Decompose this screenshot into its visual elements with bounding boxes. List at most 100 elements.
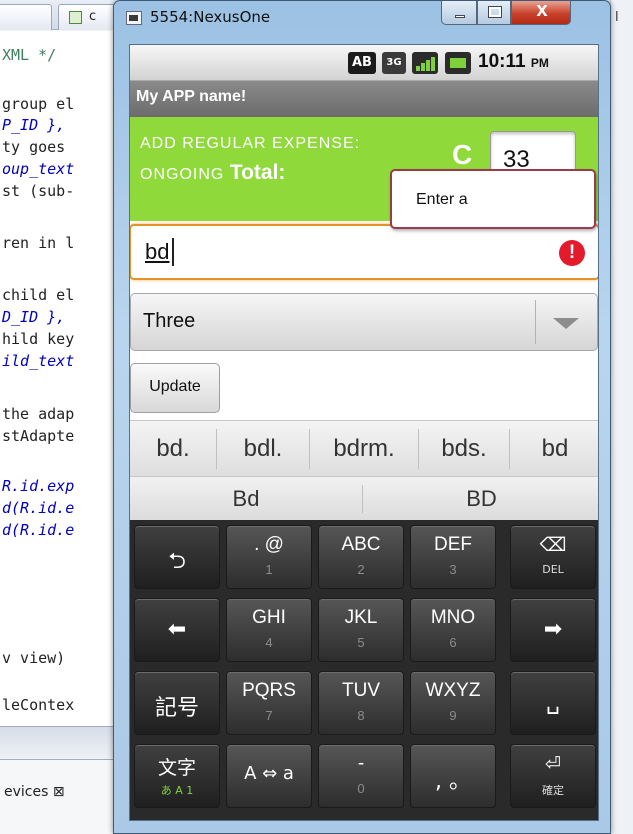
key-number: 6 [449,635,457,650]
expense-name-input[interactable]: bd ! [130,224,598,280]
code-line: the adap [2,405,75,423]
file-icon [69,11,82,24]
key-label: DEF [434,534,472,555]
key-kigou[interactable]: 記号 [134,671,220,735]
key-symbols-1[interactable]: . @ 1 [226,525,312,589]
space-icon: ␣ [546,690,560,715]
code-line: v view) [2,649,66,667]
code-line: R.id.exp [2,477,75,495]
app-title-bar: My APP name! [130,81,598,117]
text-cursor [172,238,174,266]
frequency-spinner[interactable]: Three [130,293,598,351]
key-jkl-5[interactable]: JKL 5 [318,598,404,662]
battery-icon [445,52,471,74]
key-ghi-4[interactable]: GHI 4 [226,598,312,662]
ab-icon: AB [348,52,376,74]
code-line: d(R.id.e [2,521,75,539]
key-label: TUV [342,680,380,701]
maximize-button[interactable] [477,1,511,25]
key-wxyz-9[interactable]: WXYZ 9 [410,671,496,735]
key-label: PQRS [242,680,296,701]
key-label: 文字 [157,758,196,779]
key-label: 記号 [154,696,199,721]
key-right[interactable]: ➡ [510,598,596,662]
suggestion-item[interactable]: bd. [130,421,216,476]
key-label: - [357,753,365,774]
code-line: hild key [2,330,75,348]
clock-time: 10:11 [478,51,526,72]
key-sublabel: あ A 1 [160,784,194,797]
key-abc-2[interactable]: ABC 2 [318,525,404,589]
suggestion-item[interactable]: bdl. [217,421,309,476]
expense-heading: ADD REGULAR EXPENSE: [140,135,361,152]
key-label: ABC [341,534,381,555]
minimize-icon [455,15,465,18]
suggestion-item[interactable]: bds. [419,421,509,476]
key-return[interactable]: ⮌ [134,525,220,589]
maximize-icon [488,6,502,18]
phone-screen: AB 3G 10:11 PM My APP name! ADD REGULAR … [129,44,599,821]
suggestion-item[interactable]: Bd [130,477,362,520]
code-line: st (sub- [2,182,75,200]
key-mno-6[interactable]: MNO 6 [410,598,496,662]
code-line: oup_text [2,160,75,178]
minimize-button[interactable] [441,1,477,25]
key-number: 2 [357,562,365,577]
key-tuv-8[interactable]: TUV 8 [318,671,404,735]
spinner-selected-value: Three [143,310,196,332]
devices-view-tab[interactable]: evices ⊠ [4,784,65,800]
key-sublabel: 確定 [542,784,564,797]
key-def-3[interactable]: DEF 3 [410,525,496,589]
error-icon[interactable]: ! [559,240,585,266]
expense-subheading: ONGOING Total: [140,161,285,185]
key-pqrs-7[interactable]: PQRS 7 [226,671,312,735]
code-line: d(R.id.e [2,499,75,517]
update-button-label: Update [149,378,201,395]
chevron-down-icon [553,318,579,329]
key-input-mode[interactable]: 文字 あ A 1 [134,744,220,808]
suggestion-strip: bd. bdl. bdrm. bds. bd [130,420,598,476]
code-line: D_ID }, [2,308,66,326]
key-punctuation[interactable]: , 。 [410,744,496,808]
error-tooltip: Enter a [390,169,596,229]
key-label: MNO [430,607,476,628]
emulator-app-icon [126,11,142,25]
key-label: WXYZ [425,680,481,701]
key-case-toggle[interactable]: A ⇔ a [226,744,312,808]
ide-tab-label: c [89,9,97,24]
key-number: 7 [265,708,273,723]
suggestion-item[interactable]: bdrm. [310,421,418,476]
network-3g-icon: 3G [382,52,406,74]
ide-right-panel: l [610,0,633,834]
key-enter[interactable]: ⏎ 確定 [510,744,596,808]
key-delete[interactable]: ⌫ DEL [510,525,596,589]
key-number: 8 [357,708,365,723]
key-number: 4 [265,635,273,650]
key-space[interactable]: ␣ [510,671,596,735]
currency-symbol: C [452,139,473,170]
suggestion-item[interactable]: BD [363,477,598,520]
return-icon: ⮌ [168,549,186,574]
code-line: group el [2,95,75,113]
key-label: A ⇔ a [244,763,294,784]
key-label: JKL [344,607,378,628]
close-button[interactable]: X [511,1,571,25]
key-label: GHI [252,607,286,628]
app-title: My APP name! [136,88,247,105]
total-label: Total: [229,161,286,184]
key-number: 3 [449,562,457,577]
ide-tab[interactable] [0,4,52,30]
expense-name-value: bd [145,239,170,264]
key-dash-0[interactable]: - 0 [318,744,404,808]
key-number: 0 [357,781,365,796]
status-bar: AB 3G 10:11 PM [130,45,598,81]
key-left[interactable]: ⬅ [134,598,220,662]
status-clock: 10:11 PM [478,51,549,73]
code-line: XML */ [2,46,57,64]
update-button[interactable]: Update [130,363,220,413]
code-line: leContex [2,696,75,714]
enter-icon: ⏎ [545,754,561,775]
code-line: child el [2,286,75,304]
key-number: 5 [357,635,365,650]
suggestion-item[interactable]: bd [510,421,598,476]
